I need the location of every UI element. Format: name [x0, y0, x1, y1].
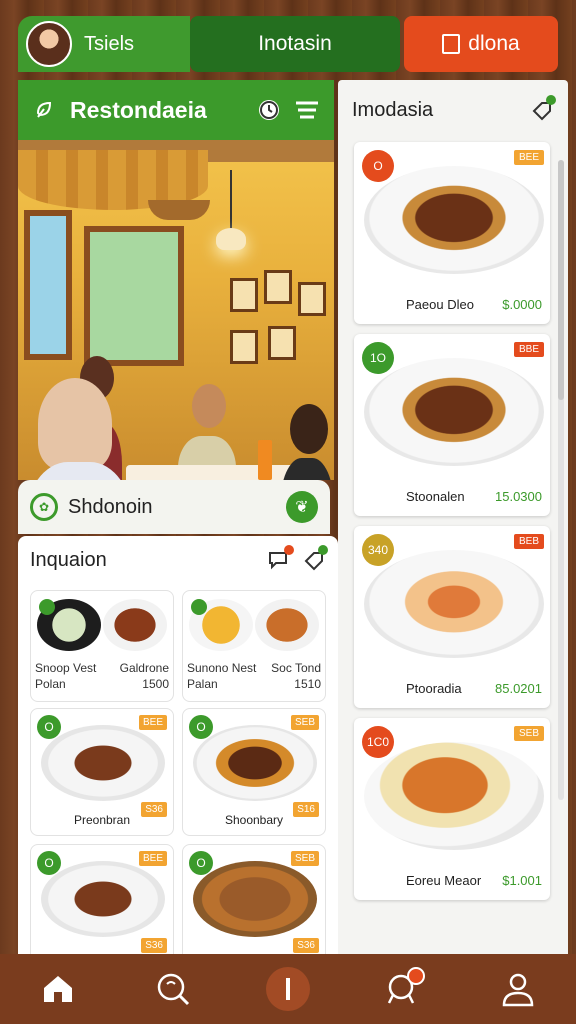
menu-list: O BEE Paeou Dleo $.0000 1O BBE Stoonalen… [354, 142, 550, 910]
card-name: Paeou Dleo [406, 297, 474, 312]
dish-card[interactable]: O SEB S16 Shoonbary [182, 708, 326, 836]
card-tag: BEE [513, 150, 544, 165]
mini-sub: Palan [187, 677, 218, 691]
menu-card[interactable]: 1C0 SEB Eoreu Meaor $1.001 [354, 718, 550, 900]
card-tag: BBE [513, 342, 544, 357]
menu-card[interactable]: 1O BBE Stoonalen 15.0300 [354, 334, 550, 516]
tag-icon[interactable] [302, 545, 328, 571]
restaurant-title: Restondaeia [70, 96, 207, 123]
dish-badge: O [189, 715, 213, 739]
tab-right[interactable]: dlona [404, 16, 558, 72]
dish-row: O BEE S36 O SEB S36 [30, 844, 326, 954]
tab-right-label: dlona [468, 32, 520, 55]
leaf-icon[interactable] [32, 97, 58, 123]
card-tag: BEB [513, 534, 544, 549]
dish-badge: O [37, 715, 61, 739]
card-tag: SEB [513, 726, 544, 741]
card-price: 15.0300 [495, 489, 542, 504]
card-badge: O [362, 150, 394, 182]
mini-sub-2: 1510 [294, 677, 321, 691]
restaurant-photo [18, 140, 334, 480]
seal-icon: ✿ [30, 493, 58, 521]
square-icon [442, 34, 461, 54]
menu-header: Imodasia [338, 80, 568, 140]
card-name: Eoreu Meaor [406, 873, 482, 888]
chat-icon[interactable] [268, 545, 294, 571]
special-bar[interactable]: ✿ Shdonoin ❦ [18, 480, 330, 534]
dish-tag: BEE [138, 851, 167, 866]
grid-title: Inquaion [30, 548, 107, 571]
mini-sub: Polan [35, 677, 66, 691]
restaurant-header: Restondaeia [18, 80, 334, 140]
grid-header: Inquaion [18, 536, 338, 584]
menu-icon[interactable] [294, 97, 320, 123]
dish-card[interactable]: O BEE S36 Preonbran [30, 708, 174, 836]
card-price: $1.001 [502, 873, 542, 888]
mini-card-row: Snoop Vest Galdrone Polan 1500 Sunono Ne… [30, 590, 326, 702]
dish-name: Preonbran [73, 813, 131, 827]
card-badge: 1C0 [362, 726, 394, 758]
card-price: $.0000 [502, 297, 542, 312]
user-name: Tsiels [84, 32, 135, 55]
special-title: Shdonoin [68, 495, 153, 518]
card-name: Stoonalen [406, 489, 465, 504]
menu-card[interactable]: 340 BEB Ptooradia 85.0201 [354, 526, 550, 708]
dish-card[interactable]: O SEB S36 [182, 844, 326, 954]
bottom-nav [0, 954, 576, 1024]
mini-name: Sunono Nest [187, 661, 257, 675]
dish-name: Shoonbary [224, 813, 284, 827]
dish-tag: SEB [290, 851, 319, 866]
menu-card[interactable]: O BEE Paeou Dleo $.0000 [354, 142, 550, 324]
user-chip[interactable]: Tsiels [18, 16, 190, 72]
card-badge: 1O [362, 342, 394, 374]
mini-name-2: Galdrone [119, 661, 169, 675]
clock-icon[interactable] [256, 97, 282, 123]
dish-badge: O [189, 851, 213, 875]
search-icon[interactable] [149, 965, 197, 1013]
scrollbar[interactable] [558, 160, 564, 800]
tab-center[interactable]: Inotasin [190, 16, 400, 72]
mini-name-2: Soc Tond [271, 661, 321, 675]
tag-icon[interactable] [530, 95, 556, 121]
center-action-icon[interactable] [264, 965, 312, 1013]
mini-card[interactable]: Snoop Vest Galdrone Polan 1500 [30, 590, 174, 702]
profile-icon[interactable] [494, 965, 542, 1013]
dish-tag: BEE [138, 715, 167, 730]
menu-panel: Imodasia O BEE Paeou Dleo $.0000 1O BBE … [338, 80, 568, 954]
dish-grid-panel: Inquaion Snoop Vest Galdrone Polan 1500 [18, 536, 338, 954]
home-icon[interactable] [34, 965, 82, 1013]
card-price: 85.0201 [495, 681, 542, 696]
notification-icon[interactable] [379, 965, 427, 1013]
dish-badge: O [37, 851, 61, 875]
avatar [26, 21, 72, 67]
mini-name: Snoop Vest [35, 661, 97, 675]
scrollbar-thumb[interactable] [558, 160, 564, 400]
top-bar: Tsiels Inotasin dlona [18, 16, 558, 72]
dish-price-tag: S36 [293, 938, 319, 953]
card-badge: 340 [362, 534, 394, 566]
restaurant-panel: Restondaeia [18, 80, 334, 480]
dish-price-tag: S36 [141, 938, 167, 953]
dish-row: O BEE S36 Preonbran O SEB S16 Shoonbary [30, 708, 326, 836]
card-name: Ptooradia [406, 681, 462, 696]
dish-card[interactable]: O BEE S36 [30, 844, 174, 954]
menu-title: Imodasia [352, 98, 434, 121]
mini-card[interactable]: Sunono Nest Soc Tond Palan 1510 [182, 590, 326, 702]
leaf-button[interactable]: ❦ [286, 491, 318, 523]
dish-tag: SEB [290, 715, 319, 730]
mini-sub-2: 1500 [142, 677, 169, 691]
